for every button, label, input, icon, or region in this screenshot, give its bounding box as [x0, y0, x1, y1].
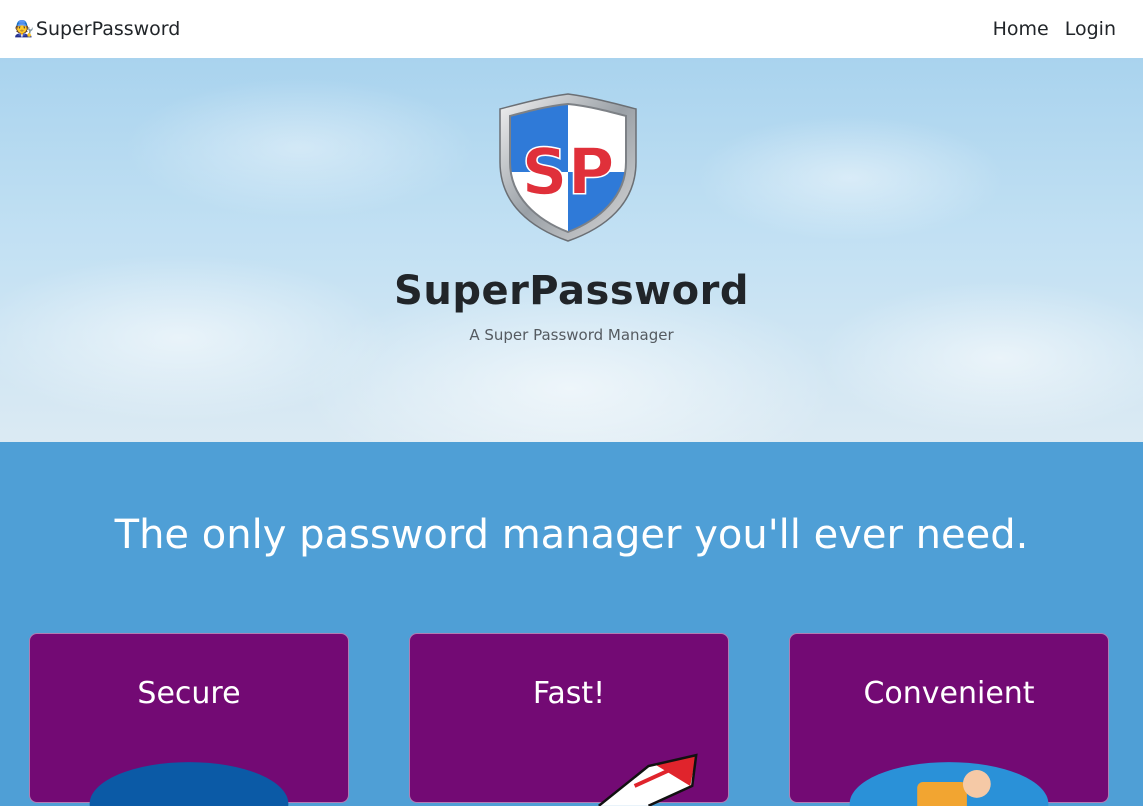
feature-title: Convenient — [863, 676, 1035, 711]
feature-card-convenient: Convenient — [789, 633, 1109, 806]
hero-title: SuperPassword — [394, 268, 749, 314]
nav-login-link[interactable]: Login — [1065, 18, 1116, 40]
logo-letters: SP — [522, 136, 615, 210]
feature-title: Fast! — [532, 676, 606, 711]
hero-banner: SP SuperPassword A Super Password Manage… — [0, 58, 1143, 442]
rocket-icon — [598, 753, 698, 806]
mechanic-icon: 🧑‍🔧 — [14, 19, 34, 38]
navbar: 🧑‍🔧 SuperPassword Home Login — [0, 0, 1143, 58]
nav-home-link[interactable]: Home — [993, 18, 1049, 40]
nav-links: Home Login — [977, 18, 1116, 40]
shield-icon: SP — [499, 93, 637, 242]
feature-card-secure: Secure — [29, 633, 349, 806]
lock-icon — [89, 762, 289, 806]
brand-name: SuperPassword — [35, 18, 181, 40]
hand-icon — [849, 762, 1049, 806]
brand-link[interactable]: 🧑‍🔧 SuperPassword — [14, 18, 180, 40]
hero-subtitle: A Super Password Manager — [469, 326, 674, 344]
shield-logo: SP — [497, 92, 639, 242]
tagline-heading: The only password manager you'll ever ne… — [114, 512, 1029, 558]
feature-title: Secure — [137, 676, 241, 711]
feature-card-fast: Fast! — [409, 633, 729, 806]
